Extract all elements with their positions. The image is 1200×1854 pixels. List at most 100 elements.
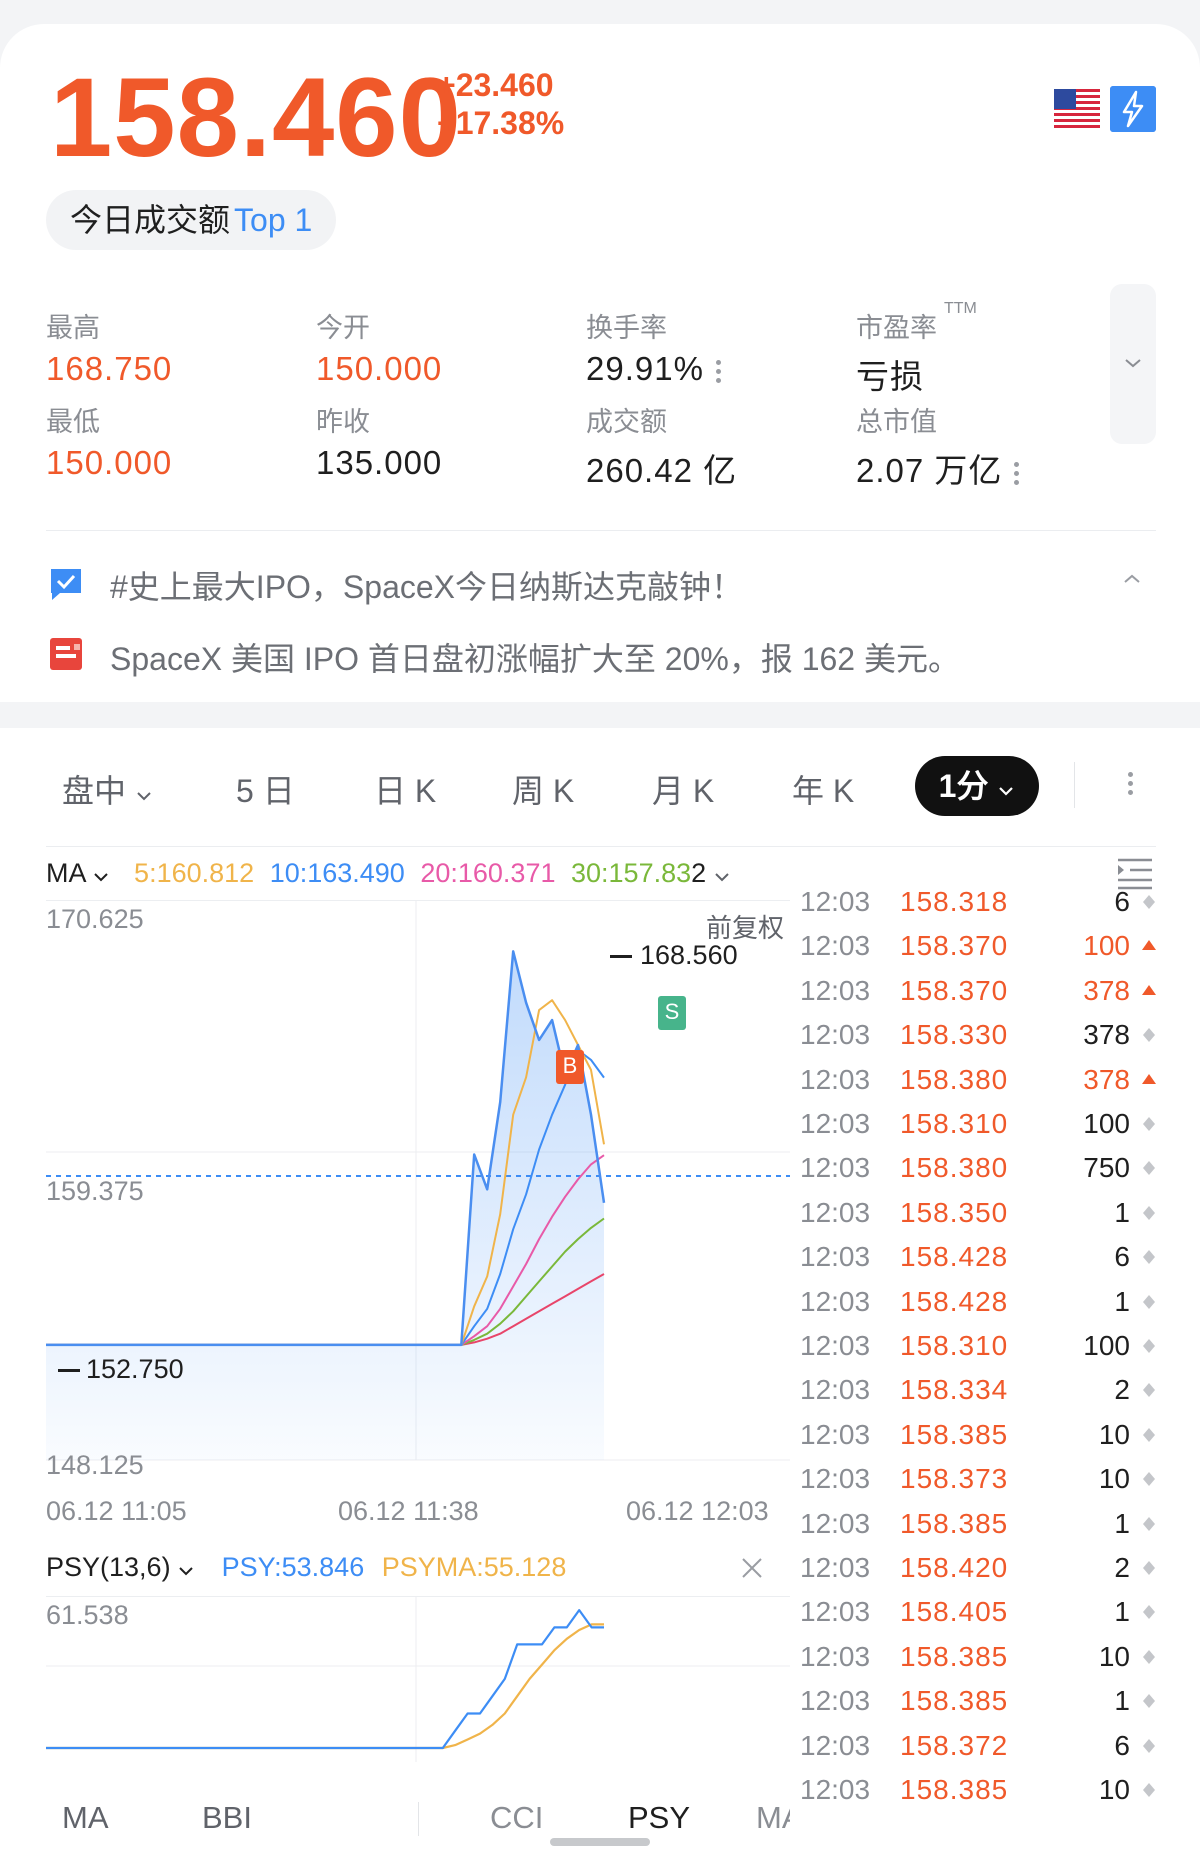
- tab-month-k[interactable]: 月 K: [652, 766, 714, 812]
- tab-5day[interactable]: 5 日: [236, 766, 295, 812]
- turnover-rank-badge[interactable]: 今日成交额 Top 1: [46, 190, 337, 250]
- neutral-diamond-icon: [1143, 1649, 1155, 1664]
- chevron-down-icon: [93, 873, 108, 882]
- trade-volume: 100: [1083, 1330, 1130, 1361]
- tab-week-k[interactable]: 周 K: [512, 766, 574, 812]
- check-chat-icon: [51, 569, 81, 600]
- tab-day-k[interactable]: 日 K: [374, 766, 436, 812]
- up-triangle-icon: [1142, 940, 1156, 951]
- ma20-value: 20:160.371: [420, 858, 556, 888]
- us-flag-icon: [1054, 89, 1100, 129]
- change-percent: +17.38%: [437, 105, 565, 141]
- stat-label-suffix: TTM: [944, 300, 977, 317]
- neutral-diamond-icon: [1143, 1694, 1155, 1709]
- news-item[interactable]: #史上最大IPO，SpaceX今日纳斯达克敲钟！: [110, 562, 743, 608]
- trade-price: 158.330: [900, 1019, 1009, 1051]
- trade-time: 12:03: [800, 1774, 871, 1805]
- last-price: 158.460: [50, 55, 462, 180]
- trade-time: 12:03: [800, 1063, 871, 1095]
- stat-value-text: 150.000: [316, 350, 443, 387]
- ma10-value: 10:163.490: [269, 858, 405, 888]
- trade-price: 158.428: [900, 1285, 1009, 1317]
- stat-label: 昨收: [316, 407, 370, 437]
- stat-value: 150.000: [46, 444, 172, 482]
- neutral-diamond-icon: [1143, 1294, 1155, 1309]
- trade-price: 158.385: [900, 1685, 1009, 1717]
- neutral-diamond-icon: [1143, 1250, 1155, 1265]
- change-absolute: +23.460: [437, 67, 554, 103]
- trade-time: 12:03: [800, 1418, 871, 1450]
- trade-row: 12:03 158.405 1: [800, 1590, 1160, 1634]
- stat-label: 换手率: [586, 313, 667, 343]
- tab-label: 1分: [938, 768, 989, 804]
- trade-volume: 1: [1114, 1285, 1130, 1317]
- neutral-diamond-icon: [1143, 1383, 1155, 1398]
- trade-time: 12:03: [800, 1552, 871, 1583]
- trade-time: 12:03: [800, 1640, 871, 1672]
- trade-volume: 1: [1114, 1507, 1130, 1539]
- trade-volume: 100: [1083, 930, 1130, 962]
- up-triangle-icon: [1142, 984, 1156, 995]
- trade-row: 12:03 158.428 1: [800, 1280, 1160, 1324]
- trade-volume: 1: [1114, 1685, 1130, 1717]
- neutral-diamond-icon: [1143, 1738, 1155, 1753]
- trade-row: 12:03 158.385 1: [800, 1502, 1160, 1546]
- trade-list-toggle-icon[interactable]: [1116, 856, 1154, 890]
- trade-row: 12:03 158.310 100: [800, 1324, 1160, 1368]
- trade-row: 12:03 158.380 750: [800, 1146, 1160, 1190]
- stat-value-text: 260.42 亿: [586, 452, 738, 489]
- home-indicator[interactable]: [550, 1838, 650, 1846]
- badge-text: 今日成交额: [70, 202, 231, 238]
- ma-selector[interactable]: MA: [46, 858, 109, 888]
- trade-price: 158.372: [900, 1729, 1009, 1761]
- stat-value-text: 29.91%: [586, 350, 704, 387]
- trade-price: 158.380: [900, 1063, 1009, 1095]
- stat-label: 最低: [46, 407, 100, 437]
- trade-time: 12:03: [800, 1330, 871, 1361]
- trade-row: 12:03 158.310 100: [800, 1102, 1160, 1146]
- stat-value: 150.000: [316, 350, 442, 388]
- tab-intraday[interactable]: 盘中: [62, 766, 153, 812]
- neutral-diamond-icon: [1143, 1117, 1155, 1131]
- stat-label: 成交额: [586, 407, 667, 437]
- neutral-diamond-icon: [1143, 1161, 1155, 1176]
- ma-more-value: 2: [691, 858, 707, 888]
- neutral-diamond-icon: [1143, 1472, 1155, 1487]
- trade-volume: 10: [1098, 1774, 1130, 1805]
- chevron-up-icon[interactable]: [1122, 572, 1142, 586]
- trade-volume: 100: [1083, 1108, 1130, 1139]
- stat-value-text: 168.750: [46, 350, 173, 387]
- lightning-icon[interactable]: [1110, 86, 1156, 132]
- more-options-icon[interactable]: [1128, 768, 1134, 799]
- trade-price: 158.370: [900, 930, 1009, 962]
- divider: [46, 530, 1156, 531]
- ma5-value: 5:160.812: [134, 858, 255, 888]
- stats-expand-toggle[interactable]: [1110, 284, 1156, 444]
- trade-price: 158.380: [900, 1152, 1009, 1184]
- trade-time: 12:03: [800, 1507, 871, 1539]
- tab-1min[interactable]: 1分: [915, 756, 1039, 816]
- trade-price: 158.385: [900, 1640, 1009, 1672]
- news-item[interactable]: SpaceX 美国 IPO 首日盘初涨幅扩大至 20%，报 162 美元。: [110, 634, 960, 680]
- stat-value-text: 亏损: [856, 358, 924, 395]
- trade-volume: 10: [1098, 1418, 1130, 1450]
- trade-time: 12:03: [800, 1729, 871, 1761]
- tab-year-k[interactable]: 年 K: [792, 766, 854, 812]
- trade-time: 12:03: [800, 1196, 871, 1228]
- trade-volume: 378: [1083, 1063, 1130, 1095]
- trade-row: 12:03 158.385 1: [800, 1679, 1160, 1723]
- stat-value: 亏损: [856, 350, 924, 398]
- chevron-down-icon[interactable]: [714, 872, 730, 882]
- stat-label: 今开: [316, 313, 370, 343]
- stat-value: 168.750: [46, 350, 172, 388]
- trade-time: 12:03: [800, 1019, 871, 1051]
- more-info-icon[interactable]: [1014, 458, 1020, 489]
- trade-volume: 1: [1114, 1596, 1130, 1628]
- up-triangle-icon: [1142, 1073, 1156, 1084]
- more-info-icon[interactable]: [715, 356, 722, 387]
- trade-row: 12:03 158.330 378: [800, 1013, 1160, 1057]
- trade-price: 158.350: [900, 1196, 1009, 1228]
- trade-row: 12:03 158.385 10: [800, 1413, 1160, 1457]
- neutral-diamond-icon: [1143, 1339, 1155, 1353]
- trade-volume: 6: [1114, 1729, 1130, 1761]
